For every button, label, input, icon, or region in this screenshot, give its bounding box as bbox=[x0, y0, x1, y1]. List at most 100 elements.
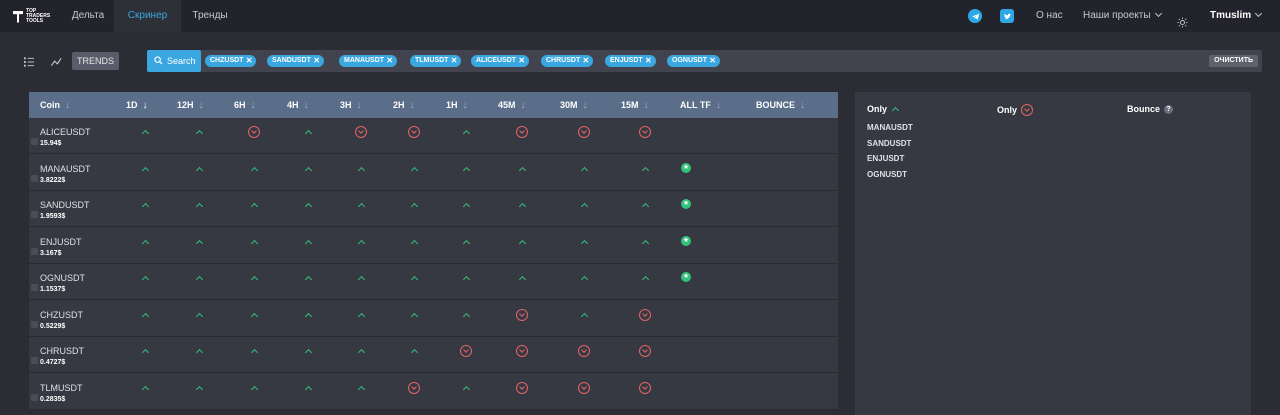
filter-chip[interactable]: SANDUSDT ✕ bbox=[267, 55, 324, 67]
coin-name[interactable]: MANAUSDT bbox=[40, 164, 91, 174]
row-checkbox[interactable] bbox=[31, 284, 38, 291]
only-up-item[interactable]: ENJUSDT bbox=[867, 154, 904, 163]
bounce-header[interactable]: Bounce? bbox=[1127, 104, 1174, 114]
column-header-1d[interactable]: 1D ↓ bbox=[126, 92, 148, 118]
row-checkbox[interactable] bbox=[31, 138, 38, 145]
nav-tab-screener[interactable]: Скринер bbox=[114, 0, 181, 32]
column-header-1h[interactable]: 1H ↓ bbox=[446, 92, 468, 118]
list-view-icon[interactable] bbox=[24, 57, 36, 67]
sort-icon[interactable]: ↓ bbox=[65, 93, 70, 119]
row-checkbox[interactable] bbox=[31, 211, 38, 218]
sort-icon[interactable]: ↓ bbox=[410, 93, 415, 119]
sort-icon[interactable]: ↓ bbox=[463, 93, 468, 119]
trend-down-icon bbox=[578, 381, 590, 394]
coin-name[interactable]: CHRUSDT bbox=[40, 346, 84, 356]
clear-button[interactable]: ОЧИСТИТЬ bbox=[1209, 55, 1258, 67]
coin-name[interactable]: ALICEUSDT bbox=[40, 127, 91, 137]
close-icon[interactable]: ✕ bbox=[518, 55, 525, 67]
row-checkbox[interactable] bbox=[31, 357, 38, 364]
chart-view-icon[interactable] bbox=[51, 57, 63, 67]
filter-chip[interactable]: ALICEUSDT ✕ bbox=[471, 55, 530, 67]
trend-up-icon bbox=[139, 272, 151, 284]
only-up-item[interactable]: MANAUSDT bbox=[867, 123, 913, 132]
row-checkbox[interactable] bbox=[31, 320, 38, 328]
column-header-3h[interactable]: 3H ↓ bbox=[340, 92, 362, 118]
sort-icon[interactable]: ↓ bbox=[199, 93, 204, 119]
projects-dropdown[interactable]: Наши проекты bbox=[1083, 0, 1162, 32]
close-icon[interactable]: ✕ bbox=[451, 55, 458, 67]
filter-chip[interactable]: CHZUSDT ✕ bbox=[205, 55, 257, 67]
theme-toggle[interactable] bbox=[1177, 10, 1189, 28]
only-up-item[interactable]: SANDUSDT bbox=[867, 139, 911, 148]
row-checkbox[interactable] bbox=[31, 247, 38, 255]
logo-text: TOP TRADERS TOOLS bbox=[26, 8, 51, 24]
column-header-12h[interactable]: 12H ↓ bbox=[177, 92, 204, 118]
close-icon[interactable]: ✕ bbox=[709, 55, 716, 67]
arrow-up-icon bbox=[890, 104, 900, 114]
filter-chip[interactable]: OGNUSDT ✕ bbox=[667, 55, 720, 67]
column-header-all-tf[interactable]: ALL TF ↓ bbox=[680, 92, 721, 118]
telegram-icon[interactable] bbox=[968, 9, 982, 23]
trend-up-icon bbox=[248, 199, 260, 211]
column-header-6h[interactable]: 6H ↓ bbox=[234, 92, 256, 118]
close-icon[interactable]: ✕ bbox=[386, 55, 393, 67]
trend-up-icon bbox=[578, 163, 590, 175]
trend-up-icon bbox=[460, 126, 472, 138]
row-checkbox[interactable] bbox=[31, 174, 38, 182]
trends-button[interactable]: TRENDS bbox=[72, 52, 119, 70]
trend-up-icon bbox=[193, 236, 205, 248]
trend-up-icon bbox=[460, 382, 472, 394]
twitter-icon[interactable] bbox=[1000, 9, 1014, 23]
logo[interactable]: TOP TRADERS TOOLS bbox=[13, 9, 57, 24]
help-icon[interactable]: ? bbox=[1164, 104, 1174, 114]
close-icon[interactable]: ✕ bbox=[583, 55, 590, 67]
user-menu[interactable]: Tmuslim bbox=[1210, 0, 1263, 32]
column-header-2h[interactable]: 2H ↓ bbox=[393, 92, 415, 118]
column-header-label: 15M bbox=[621, 100, 639, 110]
trend-up-icon bbox=[460, 236, 472, 248]
filter-chip[interactable]: TLMUSDT ✕ bbox=[410, 55, 462, 67]
column-header-30m[interactable]: 30M ↓ bbox=[560, 92, 588, 118]
column-header-coin[interactable]: Coin ↓ bbox=[40, 92, 70, 118]
sort-icon[interactable]: ↓ bbox=[644, 93, 649, 119]
coin-name[interactable]: OGNUSDT bbox=[40, 273, 85, 283]
trend-up-icon bbox=[408, 199, 420, 211]
close-icon[interactable]: ✕ bbox=[645, 55, 652, 67]
filter-chip[interactable]: MANAUSDT ✕ bbox=[339, 55, 398, 67]
search-button[interactable]: Search bbox=[147, 50, 201, 72]
only-up-header[interactable]: Only bbox=[867, 104, 900, 114]
column-header-15m[interactable]: 15M ↓ bbox=[621, 92, 649, 118]
sort-icon[interactable]: ↓ bbox=[357, 93, 362, 119]
sort-icon[interactable]: ↓ bbox=[521, 93, 526, 119]
only-up-item[interactable]: OGNUSDT bbox=[867, 170, 907, 179]
sort-icon[interactable]: ↓ bbox=[251, 93, 256, 119]
trend-up-icon bbox=[355, 236, 367, 248]
about-link[interactable]: О нас bbox=[1036, 0, 1063, 32]
sort-icon[interactable]: ↓ bbox=[583, 93, 588, 119]
sort-icon[interactable]: ↓ bbox=[716, 93, 721, 119]
column-header-bounce[interactable]: BOUNCE ↓ bbox=[756, 92, 805, 118]
coin-name[interactable]: TLMUSDT bbox=[40, 383, 83, 393]
chip-label: OGNUSDT bbox=[672, 57, 707, 64]
close-icon[interactable]: ✕ bbox=[313, 55, 320, 67]
filter-chip[interactable]: ENJUSDT ✕ bbox=[605, 55, 656, 67]
close-icon[interactable]: ✕ bbox=[246, 55, 253, 67]
nav-tab-delta[interactable]: Дельта bbox=[62, 0, 114, 32]
sort-icon[interactable]: ↓ bbox=[800, 93, 805, 119]
bounce-label: Bounce bbox=[1127, 104, 1161, 114]
coin-name[interactable]: ENJUSDT bbox=[40, 237, 82, 247]
sort-icon[interactable]: ↓ bbox=[304, 93, 309, 119]
trend-down-icon bbox=[248, 126, 260, 138]
top-navbar: TOP TRADERS TOOLS Дельта Скринер Тренды … bbox=[0, 0, 1280, 32]
nav-tab-trends[interactable]: Тренды bbox=[181, 0, 239, 32]
sort-desc-icon[interactable]: ↓ bbox=[143, 93, 148, 119]
coin-name[interactable]: CHZUSDT bbox=[40, 310, 83, 320]
only-down-header[interactable]: Only bbox=[997, 104, 1034, 116]
logo-icon bbox=[13, 10, 23, 23]
filter-chip[interactable]: CHRUSDT ✕ bbox=[541, 55, 594, 67]
column-header-45m[interactable]: 45M ↓ bbox=[498, 92, 526, 118]
coin-price: 0.4727$ bbox=[40, 359, 66, 366]
coin-name[interactable]: SANDUSDT bbox=[40, 200, 90, 210]
column-header-4h[interactable]: 4H ↓ bbox=[287, 92, 309, 118]
row-checkbox[interactable] bbox=[31, 393, 38, 401]
